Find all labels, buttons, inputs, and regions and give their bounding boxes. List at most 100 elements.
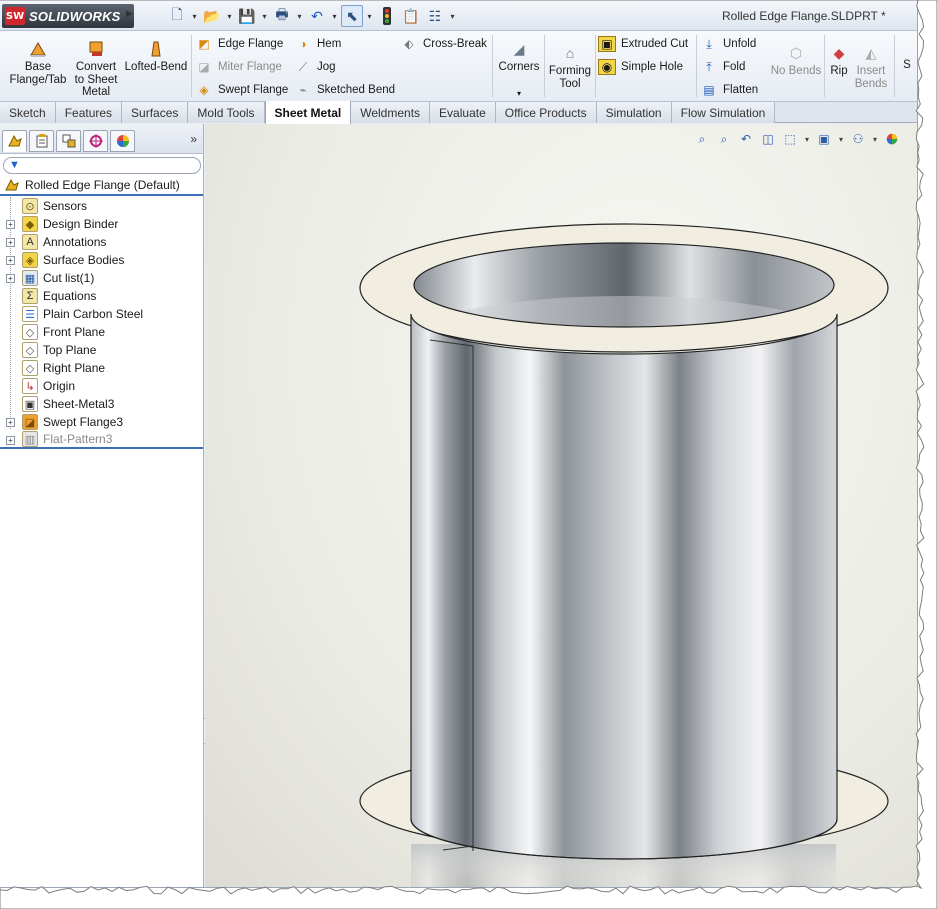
undo-icon[interactable]: ↶ bbox=[306, 5, 328, 27]
sketched-bend-button[interactable]: ⌁ Sketched Bend bbox=[294, 81, 395, 99]
save-icon[interactable]: 💾 bbox=[236, 5, 258, 27]
fold-button[interactable]: ⤒ Fold bbox=[700, 58, 745, 76]
rolled-edge-flange-model[interactable] bbox=[205, 124, 918, 888]
chevron-down-icon[interactable]: ▾ bbox=[365, 12, 374, 21]
feature-tree-root[interactable]: Rolled Edge Flange (Default) bbox=[0, 176, 203, 196]
tab-weldments[interactable]: Weldments bbox=[351, 102, 431, 123]
flatten-button[interactable]: ▤ Flatten bbox=[700, 81, 758, 99]
feature-tree-filter-input[interactable]: ▼ bbox=[3, 157, 201, 174]
expand-plus-icon[interactable]: + bbox=[6, 256, 15, 265]
tree-item-right-plane[interactable]: ◇ Right Plane bbox=[0, 359, 203, 377]
expand-plus-icon[interactable]: + bbox=[6, 436, 15, 445]
appearance-icon[interactable] bbox=[883, 130, 901, 148]
zoom-to-fit-icon[interactable]: ⌕ bbox=[693, 130, 711, 148]
extruded-cut-button[interactable]: ▣ Extruded Cut bbox=[598, 35, 688, 53]
options-icon[interactable]: ☷ bbox=[424, 5, 446, 27]
unfold-button[interactable]: ⤓ Unfold bbox=[700, 35, 756, 53]
previous-view-icon[interactable]: ↶ bbox=[737, 130, 755, 148]
tab-sketch[interactable]: Sketch bbox=[0, 102, 56, 123]
rip-button[interactable]: ◆ Rip bbox=[827, 43, 851, 78]
plane-icon: ◇ bbox=[22, 324, 38, 340]
convert-sheet-metal-icon bbox=[86, 39, 106, 59]
dimxpert-manager-tab-icon[interactable] bbox=[83, 130, 108, 152]
tab-sheet-metal[interactable]: Sheet Metal bbox=[264, 101, 352, 124]
chevron-down-icon[interactable]: ▾ bbox=[295, 12, 304, 21]
tab-surfaces[interactable]: Surfaces bbox=[122, 102, 189, 123]
tree-item-front-plane[interactable]: ◇ Front Plane bbox=[0, 323, 203, 341]
menu-expand-arrow-icon[interactable]: ▶ bbox=[126, 8, 133, 19]
forming-tool-button[interactable]: ⌂ Forming Tool bbox=[548, 43, 592, 90]
tree-item-label: Sensors bbox=[43, 199, 88, 213]
hem-button[interactable]: ◑ Hem bbox=[294, 35, 341, 53]
chevron-down-icon[interactable]: ▾ bbox=[871, 130, 879, 148]
tree-item-annotations[interactable]: + A Annotations bbox=[0, 233, 203, 251]
feature-manager-tab-icon[interactable] bbox=[2, 130, 27, 152]
chevron-down-icon[interactable]: ▾ bbox=[330, 12, 339, 21]
property-manager-tab-icon[interactable] bbox=[29, 130, 54, 152]
graphics-viewport[interactable]: ⌕ ⌕ ↶ ◫ ⬚ ▾ ▣ ▾ ⚇ ▾ bbox=[205, 124, 918, 888]
new-icon[interactable]: 🗋 bbox=[166, 5, 188, 27]
tree-item-surface-bodies[interactable]: + ◈ Surface Bodies bbox=[0, 251, 203, 269]
more-tabs-icon[interactable]: » bbox=[190, 132, 197, 146]
command-manager-ribbon: Base Flange/Tab Convert to Sheet Metal L… bbox=[0, 31, 917, 102]
plane-icon: ◇ bbox=[22, 360, 38, 376]
rebuild-icon[interactable] bbox=[376, 5, 398, 27]
section-view-icon[interactable]: ◫ bbox=[759, 130, 777, 148]
expand-plus-icon[interactable]: + bbox=[6, 238, 15, 247]
solidworks-logo[interactable]: SW SOLIDWORKS bbox=[2, 4, 134, 28]
tree-item-design-binder[interactable]: + ◆ Design Binder bbox=[0, 215, 203, 233]
tree-item-swept-flange3[interactable]: + ◪ Swept Flange3 bbox=[0, 413, 203, 431]
convert-to-sheet-metal-button[interactable]: Convert to Sheet Metal bbox=[70, 39, 122, 99]
hide-show-items-icon[interactable]: ⚇ bbox=[849, 130, 867, 148]
chevron-down-icon[interactable]: ▾ bbox=[837, 130, 845, 148]
cut-off-ribbon-button[interactable]: S bbox=[900, 59, 914, 72]
configuration-manager-tab-icon[interactable] bbox=[56, 130, 81, 152]
chevron-down-icon[interactable]: ▾ bbox=[225, 12, 234, 21]
miter-flange-button[interactable]: ◪ Miter Flange bbox=[195, 58, 282, 76]
base-flange-button[interactable]: Base Flange/Tab bbox=[8, 39, 68, 86]
expand-plus-icon[interactable]: + bbox=[6, 274, 15, 283]
display-style-icon[interactable]: ▣ bbox=[815, 130, 833, 148]
print-icon[interactable]: 🖶 bbox=[271, 5, 293, 27]
convert-label: Convert to Sheet Metal bbox=[74, 61, 118, 98]
chevron-down-icon[interactable]: ▾ bbox=[190, 12, 199, 21]
tab-mold-tools[interactable]: Mold Tools bbox=[188, 102, 265, 123]
tree-item-equations[interactable]: Σ Equations bbox=[0, 287, 203, 305]
tab-simulation[interactable]: Simulation bbox=[596, 102, 672, 123]
display-manager-tab-icon[interactable] bbox=[110, 130, 135, 152]
no-bends-button[interactable]: ⬡ No Bends bbox=[770, 43, 822, 78]
tab-evaluate[interactable]: Evaluate bbox=[430, 102, 496, 123]
expand-plus-icon[interactable]: + bbox=[6, 220, 15, 229]
tree-item-sheet-metal3[interactable]: ▣ Sheet-Metal3 bbox=[0, 395, 203, 413]
open-icon[interactable]: 📂 bbox=[201, 5, 223, 27]
edge-flange-button[interactable]: ◩ Edge Flange bbox=[195, 35, 283, 53]
swept-flange-button[interactable]: ◈ Swept Flange bbox=[195, 81, 288, 99]
lofted-bend-button[interactable]: Lofted-Bend bbox=[124, 39, 188, 74]
chevron-down-icon[interactable]: ▾ bbox=[448, 12, 457, 21]
simple-hole-button[interactable]: ◉ Simple Hole bbox=[598, 58, 683, 76]
tree-item-sensors[interactable]: ⊙ Sensors bbox=[0, 197, 203, 215]
ribbon-separator bbox=[595, 35, 596, 97]
insert-bends-button[interactable]: ◭ Insert Bends bbox=[852, 43, 890, 90]
tree-item-plain-carbon-steel[interactable]: ☰ Plain Carbon Steel bbox=[0, 305, 203, 323]
expand-plus-icon[interactable]: + bbox=[6, 418, 15, 427]
file-properties-icon[interactable]: 📋 bbox=[400, 5, 422, 27]
tree-item-top-plane[interactable]: ◇ Top Plane bbox=[0, 341, 203, 359]
chevron-down-icon[interactable]: ▾ bbox=[497, 88, 541, 101]
jog-button[interactable]: ⟋ Jog bbox=[294, 58, 336, 76]
tree-item-origin[interactable]: ↳ Origin bbox=[0, 377, 203, 395]
cylinder-body[interactable] bbox=[410, 313, 838, 860]
tab-flow-simulation[interactable]: Flow Simulation bbox=[671, 102, 776, 123]
view-orientation-icon[interactable]: ⬚ bbox=[781, 130, 799, 148]
tree-item-label: Surface Bodies bbox=[43, 253, 125, 267]
select-icon[interactable]: ⬉ bbox=[341, 5, 363, 27]
zoom-to-area-icon[interactable]: ⌕ bbox=[715, 130, 733, 148]
tab-features[interactable]: Features bbox=[55, 102, 123, 123]
cross-break-button[interactable]: ⬖ Cross-Break bbox=[400, 35, 487, 53]
chevron-down-icon[interactable]: ▾ bbox=[803, 130, 811, 148]
corners-button[interactable]: ◢ Corners ▾ bbox=[497, 39, 541, 100]
tab-office-products[interactable]: Office Products bbox=[495, 102, 597, 123]
tree-item-cut-list-1[interactable]: + ▦ Cut list(1) bbox=[0, 269, 203, 287]
tree-item-flat-pattern3[interactable]: + ▥ Flat-Pattern3 bbox=[0, 431, 203, 449]
chevron-down-icon[interactable]: ▾ bbox=[260, 12, 269, 21]
